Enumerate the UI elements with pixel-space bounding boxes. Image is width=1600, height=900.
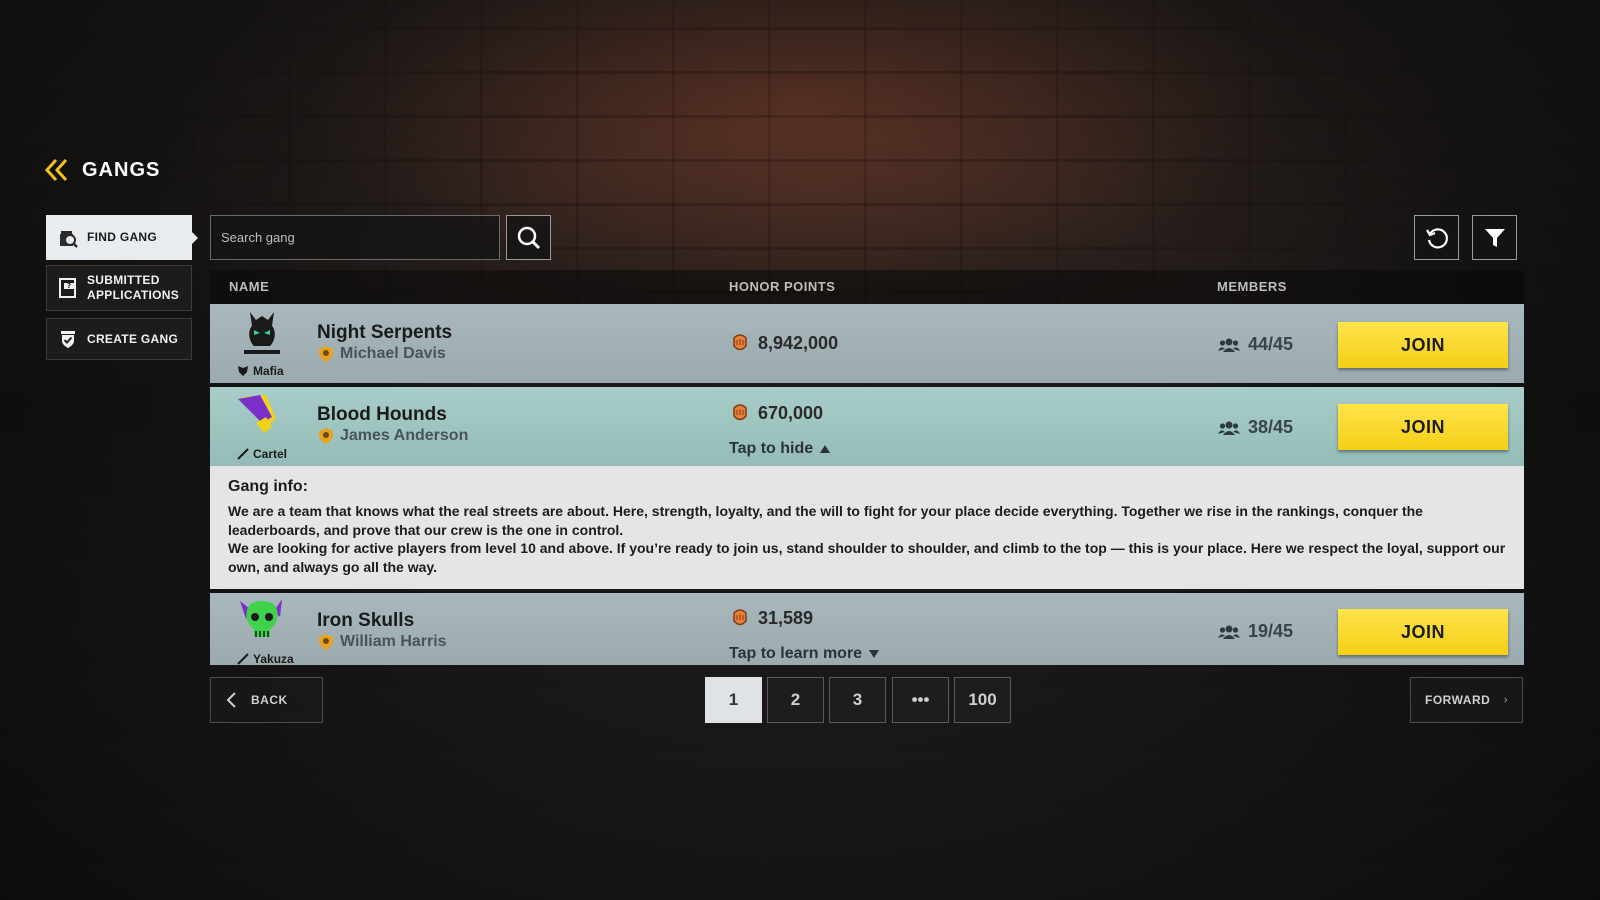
page-button-3[interactable]: 3 xyxy=(829,677,886,723)
create-gang-icon xyxy=(61,331,75,348)
leader-badge-icon xyxy=(319,634,333,650)
search-input[interactable] xyxy=(210,215,500,260)
refresh-icon xyxy=(1425,227,1448,248)
yakuza-emblem-icon xyxy=(240,599,282,637)
gang-type: Yakuza xyxy=(236,652,294,666)
gang-leader: William Harris xyxy=(317,633,447,651)
gang-type: Cartel xyxy=(236,447,287,461)
triangle-up-icon xyxy=(820,445,831,453)
column-members: MEMBERS xyxy=(1217,279,1287,294)
chevron-right-icon xyxy=(1504,697,1508,703)
gang-name: Night Serpents xyxy=(317,322,453,343)
applications-icon: ? xyxy=(59,278,76,298)
honor-fist-icon xyxy=(733,404,747,421)
refresh-button[interactable] xyxy=(1414,215,1459,260)
gang-leader: James Anderson xyxy=(317,427,468,445)
table-header: NAME HONOR POINTS MEMBERS xyxy=(210,270,1524,304)
mafia-type-icon xyxy=(238,366,248,376)
join-button[interactable]: JOIN xyxy=(1338,609,1508,655)
gang-leader: Michael Davis xyxy=(317,345,446,363)
table-row[interactable]: Mafia Night Serpents Michael Davis 8,942… xyxy=(210,304,1524,383)
members-icon xyxy=(1218,421,1240,435)
gang-name: Blood Hounds xyxy=(317,404,447,425)
cartel-type-icon xyxy=(237,448,249,460)
svg-text:?: ? xyxy=(67,282,71,290)
honor-fist-icon xyxy=(733,334,747,351)
honor-points: 31,589 xyxy=(730,607,813,629)
page-button-100[interactable]: 100 xyxy=(954,677,1011,723)
gang-name: Iron Skulls xyxy=(317,610,415,631)
honor-points: 8,942,000 xyxy=(730,332,838,354)
members-icon xyxy=(1218,625,1240,639)
yakuza-type-icon xyxy=(237,653,249,665)
join-button[interactable]: JOIN xyxy=(1338,322,1508,368)
sidebar-item-submitted-applications[interactable]: ? SUBMITTED APPLICATIONS xyxy=(46,265,192,311)
gang-info-title: Gang info: xyxy=(228,478,308,495)
search-button[interactable] xyxy=(506,215,551,260)
column-name: NAME xyxy=(229,279,270,294)
chevron-left-icon xyxy=(226,692,236,708)
filter-icon xyxy=(1484,228,1505,247)
member-count: 44/45 xyxy=(1218,334,1293,355)
forward-button[interactable]: FORWARD xyxy=(1410,677,1523,723)
sidebar-item-label: SUBMITTED APPLICATIONS xyxy=(87,273,180,302)
gang-info-text: We are looking for active players from l… xyxy=(228,540,1506,575)
back-button[interactable]: BACK xyxy=(210,677,323,723)
leader-badge-icon xyxy=(319,428,333,444)
cartel-emblem-icon xyxy=(238,395,276,433)
gang-info-panel: Gang info: We are a team that knows what… xyxy=(210,466,1524,589)
search-icon xyxy=(517,226,540,249)
triangle-down-icon xyxy=(869,650,880,658)
page-button-2[interactable]: 2 xyxy=(767,677,824,723)
page-ellipsis-button[interactable]: ••• xyxy=(892,677,949,723)
page-button-1[interactable]: 1 xyxy=(705,677,762,723)
gang-type: Mafia xyxy=(236,364,284,378)
member-count: 19/45 xyxy=(1218,621,1293,642)
tap-to-learn-more-toggle[interactable]: Tap to learn more xyxy=(729,645,880,663)
member-count: 38/45 xyxy=(1218,417,1293,438)
sidebar-item-create-gang[interactable]: CREATE GANG xyxy=(46,318,192,360)
table-row[interactable]: Yakuza Iron Skulls William Harris 31,589… xyxy=(210,593,1524,666)
filter-button[interactable] xyxy=(1472,215,1517,260)
column-honor-points: HONOR POINTS xyxy=(729,279,836,294)
page-title: GANGS xyxy=(82,158,161,181)
members-icon xyxy=(1218,338,1240,352)
sidebar-item-label: FIND GANG xyxy=(87,230,158,244)
leader-badge-icon xyxy=(319,346,333,362)
gang-info-text: We are a team that knows what the real s… xyxy=(228,503,1423,538)
find-gang-icon xyxy=(60,230,78,248)
page-header: GANGS xyxy=(44,158,160,182)
sidebar-item-label: CREATE GANG xyxy=(87,331,179,346)
join-button[interactable]: JOIN xyxy=(1338,404,1508,450)
double-chevron-left-icon[interactable] xyxy=(44,158,70,182)
honor-points: 670,000 xyxy=(730,402,823,424)
honor-fist-icon xyxy=(733,609,747,626)
mafia-emblem-icon xyxy=(244,312,280,354)
tap-to-hide-toggle[interactable]: Tap to hide xyxy=(729,440,831,458)
sidebar-item-find-gang[interactable]: FIND GANG xyxy=(46,215,198,260)
table-row[interactable]: Cartel Blood Hounds James Anderson 670,0… xyxy=(210,387,1524,466)
